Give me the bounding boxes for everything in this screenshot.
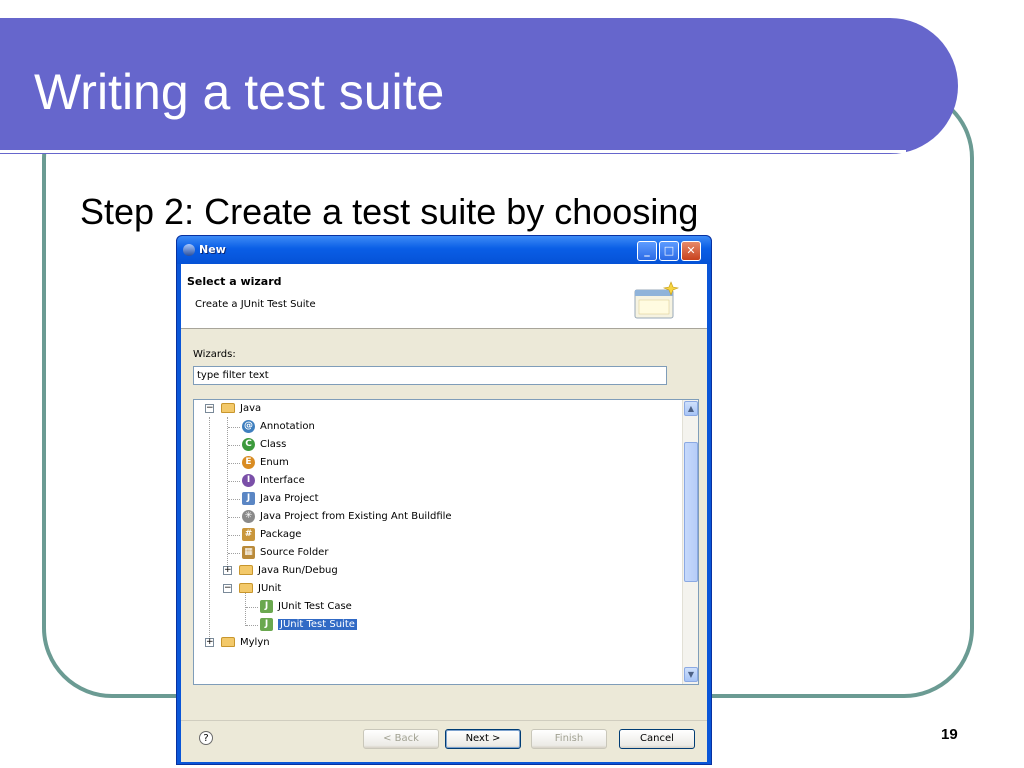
package-icon: # <box>242 527 255 541</box>
source-folder-icon: ▦ <box>242 545 255 559</box>
tree-branch <box>228 445 240 446</box>
junit-test-case-icon: J <box>260 599 273 613</box>
wizard-banner-icon <box>634 281 679 319</box>
wizard-title: Select a wizard <box>187 275 282 288</box>
tree-item-java-project[interactable]: J Java Project <box>228 490 319 508</box>
ant-icon: ✳ <box>242 509 255 523</box>
tree-item-label: Source Folder <box>260 547 329 558</box>
tree-branch <box>228 517 240 518</box>
next-button[interactable]: Next > <box>445 729 521 749</box>
tree-item-label: Enum <box>260 457 289 468</box>
tree-item-java-project-ant[interactable]: ✳ Java Project from Existing Ant Buildfil… <box>228 508 452 526</box>
filter-input[interactable] <box>193 366 667 385</box>
tree-branch <box>228 553 240 554</box>
new-wizard-dialog: New _ □ ✕ Select a wizard Create a JUnit… <box>176 235 712 765</box>
interface-icon: I <box>242 473 255 487</box>
title-underline <box>0 150 906 153</box>
tree-item-junit-test-case[interactable]: J JUnit Test Case <box>246 598 352 616</box>
tree-branch <box>228 481 240 482</box>
tree-branch <box>228 535 240 536</box>
tree-item-label: Interface <box>260 475 305 486</box>
tree-item-label: Annotation <box>260 421 315 432</box>
tree-guide-line <box>209 417 210 639</box>
eclipse-icon <box>183 244 195 256</box>
folder-open-icon <box>239 583 253 593</box>
tree-item-label: Mylyn <box>240 637 270 648</box>
tree-item-junit-test-suite[interactable]: J JUnit Test Suite <box>246 616 357 634</box>
close-button[interactable]: ✕ <box>681 241 701 261</box>
tree-branch <box>228 427 240 428</box>
tree-item-label: Java Project from Existing Ant Buildfile <box>260 511 452 522</box>
expand-icon[interactable]: + <box>205 638 214 647</box>
tree-scrollbar[interactable]: ▲ ▼ <box>682 400 698 684</box>
collapse-icon[interactable]: − <box>223 584 232 593</box>
tree-item-mylyn[interactable]: + Mylyn <box>205 634 270 652</box>
scrollbar-thumb[interactable] <box>684 442 698 582</box>
tree-branch <box>228 499 240 500</box>
finish-button[interactable]: Finish <box>531 729 607 749</box>
tree-item-label: Java Project <box>260 493 319 504</box>
tree-item-java[interactable]: − Java <box>205 400 261 418</box>
wizards-label: Wizards: <box>193 349 236 360</box>
folder-icon <box>221 637 235 647</box>
help-icon[interactable]: ? <box>199 731 213 745</box>
slide-title-bar: Writing a test suite <box>0 18 958 154</box>
class-icon: C <box>242 437 255 451</box>
wizard-description: Create a JUnit Test Suite <box>195 299 316 310</box>
folder-icon <box>239 565 253 575</box>
tree-branch <box>246 607 258 608</box>
tree-branch <box>246 625 258 626</box>
back-button[interactable]: < Back <box>363 729 439 749</box>
tree-item-annotation[interactable]: @ Annotation <box>228 418 315 436</box>
cancel-button[interactable]: Cancel <box>619 729 695 749</box>
footer-separator <box>181 720 707 721</box>
maximize-button[interactable]: □ <box>659 241 679 261</box>
collapse-icon[interactable]: − <box>205 404 214 413</box>
tree-item-label: Package <box>260 529 302 540</box>
tree-item-label: Java <box>240 403 262 414</box>
junit-test-suite-icon: J <box>260 617 273 631</box>
wizard-tree[interactable]: − Java @ Annotation C Class E Enum I Interfa… <box>193 399 699 685</box>
tree-item-label: JUnit Test Case <box>278 601 352 612</box>
tree-item-junit[interactable]: − JUnit <box>223 580 281 598</box>
tree-item-interface[interactable]: I Interface <box>228 472 305 490</box>
folder-open-icon <box>221 403 235 413</box>
step-text: Step 2: Create a test suite by choosing <box>80 191 699 232</box>
minimize-button[interactable]: _ <box>637 241 657 261</box>
enum-icon: E <box>242 455 255 469</box>
tree-item-enum[interactable]: E Enum <box>228 454 289 472</box>
tree-item-label: JUnit <box>258 583 282 594</box>
tree-item-package[interactable]: # Package <box>228 526 301 544</box>
expand-icon[interactable]: + <box>223 566 232 575</box>
annotation-icon: @ <box>242 419 255 433</box>
scroll-up-icon[interactable]: ▲ <box>684 401 698 416</box>
tree-branch <box>228 463 240 464</box>
tree-item-label: Class <box>260 439 287 450</box>
tree-item-label-selected: JUnit Test Suite <box>278 619 357 630</box>
tree-item-java-run-debug[interactable]: + Java Run/Debug <box>223 562 338 580</box>
dialog-title: New <box>199 243 226 256</box>
tree-item-label: Java Run/Debug <box>258 565 338 576</box>
java-project-icon: J <box>242 491 255 505</box>
tree-item-class[interactable]: C Class <box>228 436 286 454</box>
dialog-body: Select a wizard Create a JUnit Test Suit… <box>181 264 707 762</box>
wizard-header: Select a wizard Create a JUnit Test Suit… <box>181 264 707 329</box>
scroll-down-icon[interactable]: ▼ <box>684 667 698 682</box>
slide-title: Writing a test suite <box>34 64 445 120</box>
tree-item-source-folder[interactable]: ▦ Source Folder <box>228 544 328 562</box>
page-number: 19 <box>941 726 958 743</box>
dialog-title-bar[interactable]: New _ □ ✕ <box>177 236 711 264</box>
